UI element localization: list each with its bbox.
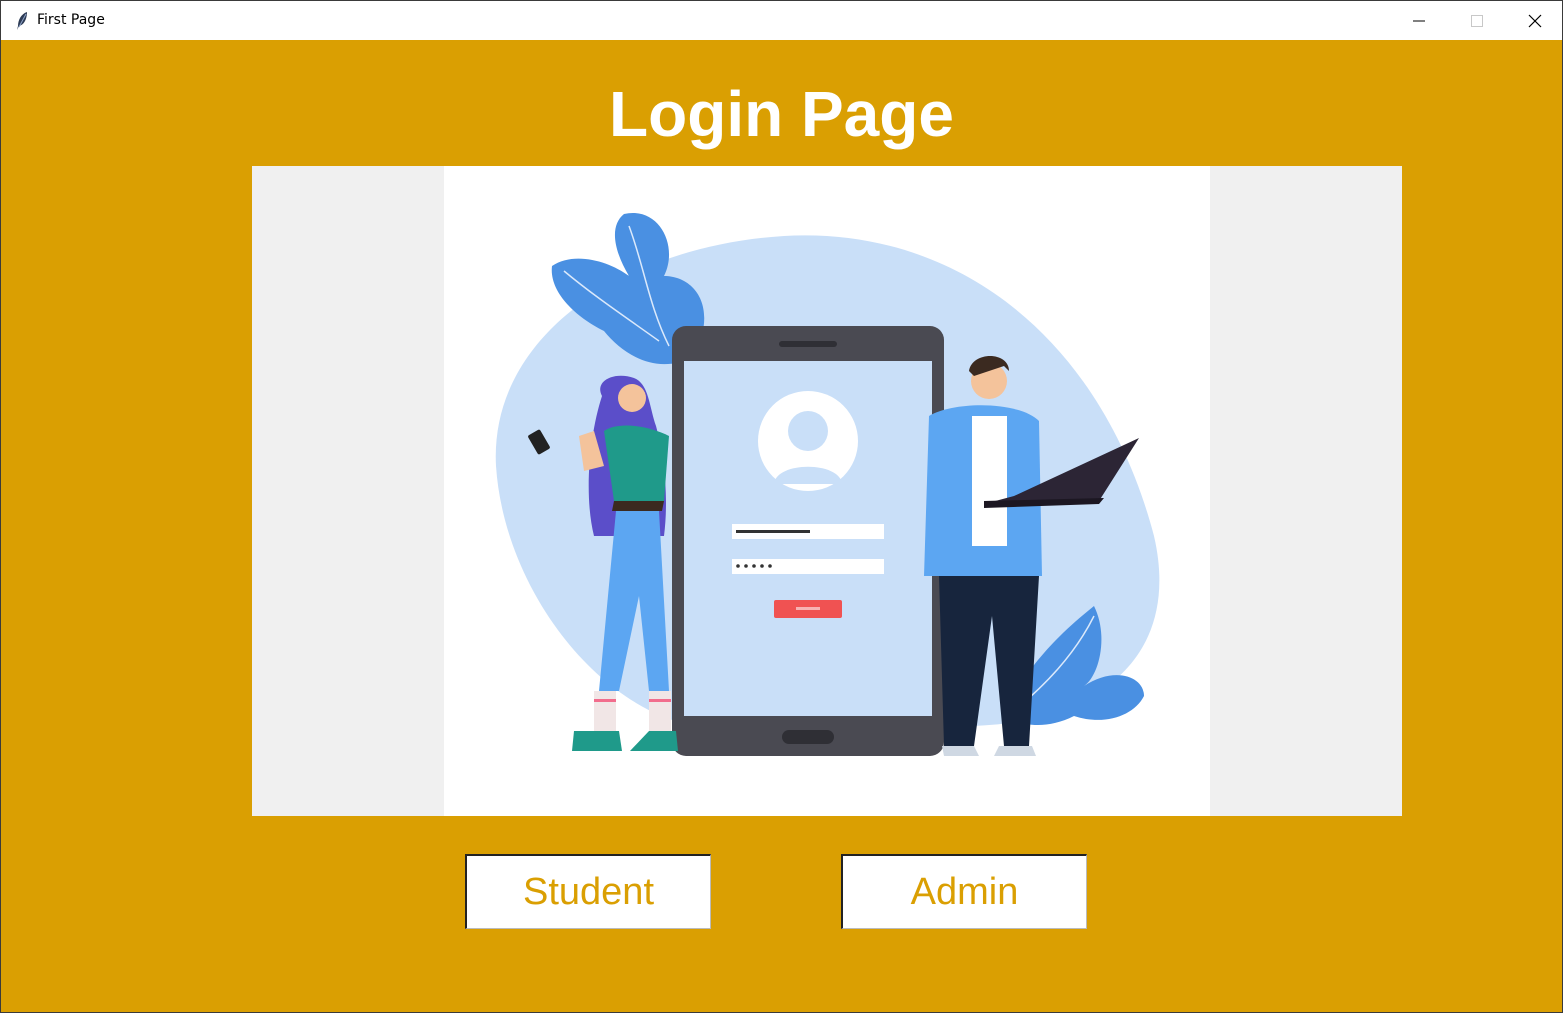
- feather-icon: [15, 11, 29, 31]
- maximize-icon: [1471, 15, 1483, 27]
- student-button[interactable]: Student: [465, 854, 711, 929]
- login-illustration: [444, 166, 1210, 816]
- maximize-button[interactable]: [1448, 1, 1506, 40]
- minimize-button[interactable]: [1390, 1, 1448, 40]
- main-content: Login Page Student Admin: [1, 40, 1562, 1012]
- page-title: Login Page: [609, 78, 954, 150]
- app-window: First Page Login Page Student Admin: [0, 0, 1563, 1013]
- close-icon: [1528, 14, 1542, 28]
- illustration-frame: [252, 166, 1402, 816]
- minimize-icon: [1413, 20, 1425, 22]
- window-title: First Page: [37, 12, 105, 28]
- title-bar[interactable]: First Page: [1, 1, 1562, 40]
- close-button[interactable]: [1506, 1, 1563, 40]
- admin-button[interactable]: Admin: [841, 854, 1087, 929]
